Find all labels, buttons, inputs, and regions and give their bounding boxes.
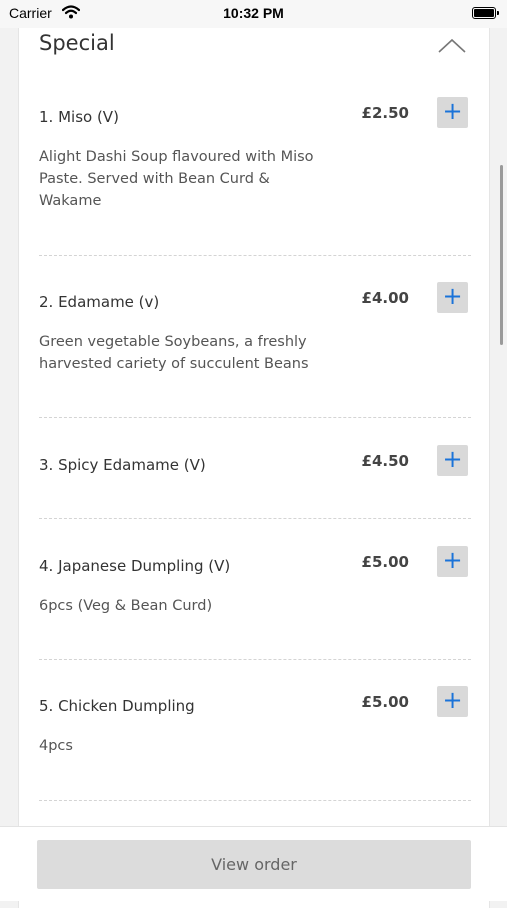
divider bbox=[39, 518, 471, 519]
scrollbar[interactable] bbox=[500, 165, 503, 345]
add-button[interactable]: + bbox=[437, 282, 468, 313]
item-name: 4. Japanese Dumpling (V) bbox=[39, 557, 231, 575]
footer-bar: View order bbox=[0, 826, 507, 901]
item-description: Alight Dashi Soup flavoured with Miso Pa… bbox=[39, 149, 314, 209]
battery-icon bbox=[472, 7, 499, 19]
item-description: 6pcs (Veg & Bean Curd) bbox=[39, 598, 213, 614]
chevron-up-icon[interactable] bbox=[437, 36, 467, 54]
divider bbox=[39, 659, 471, 660]
add-button[interactable]: + bbox=[437, 686, 468, 717]
item-name: 3. Spicy Edamame (V) bbox=[39, 456, 206, 474]
section-title: Special bbox=[39, 31, 115, 55]
item-price: £5.00 bbox=[361, 553, 409, 571]
add-button[interactable]: + bbox=[437, 97, 468, 128]
divider bbox=[39, 255, 471, 256]
item-price: £4.00 bbox=[361, 289, 409, 307]
view-order-button[interactable]: View order bbox=[37, 840, 471, 889]
status-bar: Carrier 10:32 PM bbox=[0, 0, 507, 28]
item-price: £5.00 bbox=[361, 693, 409, 711]
item-description: Green vegetable Soybeans, a freshly harv… bbox=[39, 334, 309, 372]
menu-card: Special 1. Miso (V) £2.50 + Alight Dashi… bbox=[18, 8, 490, 908]
item-price: £2.50 bbox=[361, 104, 409, 122]
add-button[interactable]: + bbox=[437, 546, 468, 577]
item-name: 2. Edamame (v) bbox=[39, 293, 160, 311]
divider bbox=[39, 800, 471, 801]
item-price: £4.50 bbox=[361, 452, 409, 470]
status-time: 10:32 PM bbox=[223, 5, 284, 21]
divider bbox=[39, 417, 471, 418]
item-name: 1. Miso (V) bbox=[39, 108, 119, 126]
item-description: 4pcs bbox=[39, 738, 73, 754]
item-name: 5. Chicken Dumpling bbox=[39, 697, 195, 715]
section-header[interactable]: Special bbox=[19, 28, 491, 68]
add-button[interactable]: + bbox=[437, 445, 468, 476]
